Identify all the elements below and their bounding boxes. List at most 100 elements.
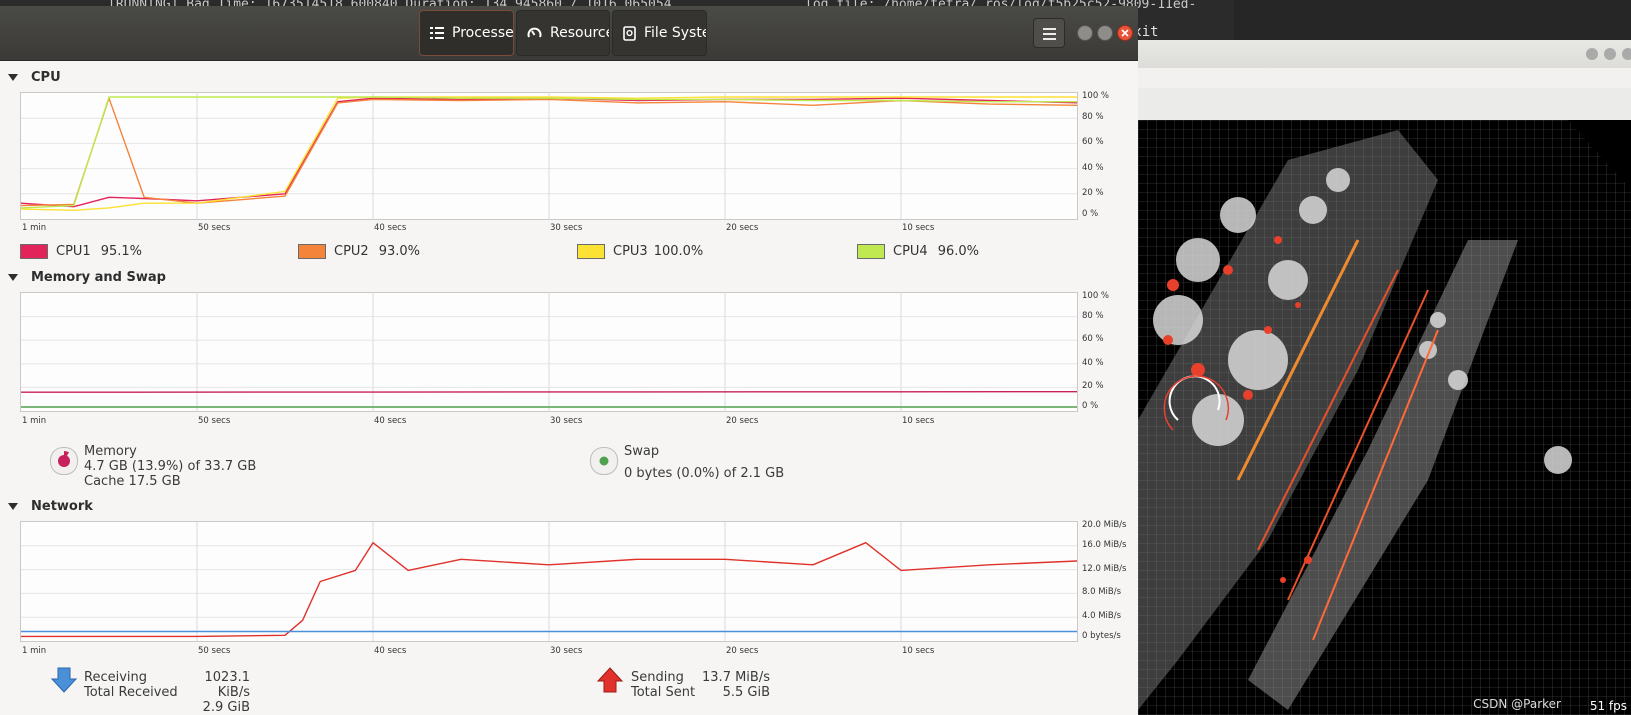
cpu3-legend[interactable]: CPU3 100.0% (577, 244, 703, 259)
section-title: Memory and Swap (31, 270, 166, 285)
total-sent-value: 5.5 GiB (722, 685, 770, 700)
sending-value: 13.7 MiB/s (702, 670, 770, 685)
x-tick-label: 1 min (22, 223, 47, 233)
memory-value: 4.7 GB (13.9%) of 33.7 GB (84, 459, 257, 474)
receiving-value: 1023.1 KiB/s (204, 670, 251, 700)
x-tick-label: 30 secs (550, 416, 583, 426)
x-tick-label: 20 secs (726, 223, 759, 233)
x-tick-label: 40 secs (374, 416, 407, 426)
header-bar[interactable]: Processes Resources File Systems (0, 6, 1138, 61)
x-tick-label: 30 secs (550, 223, 583, 233)
cpu2-legend[interactable]: CPU2 93.0% (298, 244, 420, 259)
cpu4-legend[interactable]: CPU4 96.0% (857, 244, 979, 259)
memory-pie-icon[interactable] (50, 447, 78, 475)
x-tick-label: 1 min (22, 646, 47, 656)
x-tick-label: 50 secs (198, 223, 231, 233)
y-tick-label: 80 % (1082, 310, 1104, 321)
cpu1-color-swatch[interactable] (20, 244, 48, 259)
sending-label: Sending (631, 670, 684, 685)
y-tick-label: 20 % (1082, 187, 1104, 198)
expander-arrow-icon (8, 74, 18, 81)
y-tick-label: 60 % (1082, 137, 1104, 148)
receiving-label: Receiving (84, 670, 148, 685)
system-monitor-window: Processes Resources File Systems CPU (0, 6, 1138, 715)
cpu4-value: 96.0% (937, 244, 980, 259)
minimize-button[interactable] (1077, 25, 1093, 41)
tab-resources[interactable]: Resources (516, 10, 610, 56)
close-button[interactable] (1117, 25, 1133, 41)
cpu1-value: 95.1% (100, 244, 143, 259)
minimize-icon[interactable] (1586, 48, 1598, 60)
expander-arrow-icon (8, 274, 18, 281)
cpu1-legend[interactable]: CPU1 95.1% (20, 244, 142, 259)
tab-label: File Systems (644, 25, 706, 41)
cpu2-label: CPU2 (334, 244, 369, 259)
x-tick-label: 1 min (22, 416, 47, 426)
disk-icon (623, 25, 636, 41)
terminal-background (1234, 0, 1631, 40)
y-tick-label: 0 % (1082, 401, 1099, 411)
x-tick-label: 30 secs (550, 646, 583, 656)
viewer-titlebar[interactable] (1138, 40, 1631, 69)
cpu4-color-swatch[interactable] (857, 244, 885, 259)
y-tick-label: 100 % (1082, 91, 1110, 101)
x-tick-label: 10 secs (902, 646, 935, 656)
x-tick-label: 20 secs (726, 416, 759, 426)
x-tick-label: 40 secs (374, 646, 407, 656)
y-tick-label: 0 bytes/s (1082, 631, 1121, 641)
cpu-section-header[interactable]: CPU (8, 70, 61, 85)
cpu-history-graph (20, 92, 1078, 220)
hamburger-icon (1043, 28, 1056, 30)
cpu-x-axis: 1 min 50 secs 40 secs 30 secs 20 secs 10 secs (20, 223, 1078, 235)
memory-section-header[interactable]: Memory and Swap (8, 270, 166, 285)
close-icon (1121, 29, 1129, 37)
sending-values: 13.7 MiB/s 5.5 GiB (690, 670, 770, 700)
receiving-labels: Receiving Total Received (84, 670, 178, 700)
x-tick-label: 40 secs (374, 223, 407, 233)
expander-arrow-icon (8, 503, 18, 510)
cpu2-color-swatch[interactable] (298, 244, 326, 259)
network-history-graph (20, 521, 1078, 642)
swap-label: Swap (624, 444, 660, 459)
y-tick-label: 60 % (1082, 334, 1104, 345)
x-tick-label: 50 secs (198, 646, 231, 656)
x-tick-label: 50 secs (198, 416, 231, 426)
total-received-label: Total Received (84, 685, 178, 700)
menu-button[interactable] (1033, 18, 1065, 48)
cache-value: Cache 17.5 GB (84, 474, 181, 489)
fps-counter: 51 fps (1589, 699, 1627, 713)
point-cloud-view[interactable]: CSDN @Parker 51 fps (1138, 120, 1631, 715)
memory-x-axis: 1 min 50 secs 40 secs 30 secs 20 secs 10 secs (20, 416, 1078, 428)
maximize-button[interactable] (1097, 25, 1113, 41)
cpu3-color-swatch[interactable] (577, 244, 605, 259)
total-received-value: 2.9 GiB (202, 700, 250, 715)
y-tick-label: 0 % (1082, 209, 1099, 219)
x-tick-label: 10 secs (902, 416, 935, 426)
sending-labels: Sending Total Sent (631, 670, 695, 700)
y-tick-label: 8.0 MiB/s (1082, 587, 1122, 598)
cpu2-value: 93.0% (378, 244, 421, 259)
viewer-toolbar (1138, 88, 1631, 121)
section-title: Network (31, 499, 93, 514)
series-line-memory (21, 390, 1077, 393)
section-title: CPU (31, 70, 61, 85)
y-tick-label: 40 % (1082, 357, 1104, 368)
cpu1-label: CPU1 (56, 244, 91, 259)
cpu3-label: CPU3 (613, 244, 648, 259)
y-tick-label: 40 % (1082, 162, 1104, 173)
memory-info: Memory 4.7 GB (13.9%) of 33.7 GB Cache 1… (84, 444, 256, 489)
y-tick-label: 20.0 MiB/s (1082, 520, 1127, 530)
tab-processes[interactable]: Processes (419, 10, 514, 56)
tab-label: Processes (452, 25, 514, 41)
y-tick-label: 80 % (1082, 112, 1104, 123)
network-section-header[interactable]: Network (8, 499, 93, 514)
cpu3-value: 100.0% (653, 244, 704, 259)
swap-pie-icon[interactable] (590, 447, 618, 475)
y-tick-label: 20 % (1082, 381, 1104, 392)
graph-canvas (21, 522, 1077, 641)
watermark: CSDN @Parker (1473, 697, 1561, 711)
tab-file-systems[interactable]: File Systems (612, 10, 707, 56)
graph-canvas (21, 293, 1077, 411)
close-icon[interactable] (1622, 48, 1631, 60)
maximize-icon[interactable] (1604, 48, 1616, 60)
